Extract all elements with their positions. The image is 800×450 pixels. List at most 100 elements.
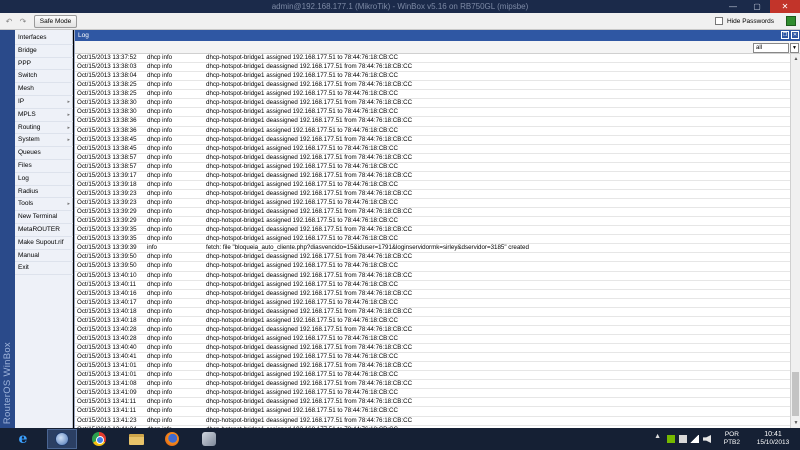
- taskbar-item-chrome[interactable]: [84, 429, 114, 449]
- close-window-icon[interactable]: ✕: [791, 31, 799, 39]
- volume-icon[interactable]: [703, 435, 711, 443]
- log-row[interactable]: Oct/15/2013 13:38:36 dhcp info dhcp-hotspo…: [75, 117, 791, 127]
- scroll-up-icon[interactable]: ▲: [791, 54, 800, 64]
- toolbar: ↶ ↷ Safe Mode Hide Passwords: [0, 13, 800, 30]
- log-row[interactable]: Oct/15/2013 13:40:11 dhcp info dhcp-hotspo…: [75, 281, 791, 290]
- vertical-scrollbar[interactable]: ▲ ▼: [790, 54, 800, 428]
- taskbar-item-ie[interactable]: e: [8, 429, 38, 449]
- safe-mode-button[interactable]: Safe Mode: [34, 15, 77, 28]
- chevron-down-icon[interactable]: ▼: [790, 43, 799, 53]
- log-row[interactable]: Oct/15/2013 13:39:17 dhcp info dhcp-hotspo…: [75, 172, 791, 181]
- sidebar-item-exit[interactable]: Exit: [15, 262, 73, 276]
- log-topic: dhcp info: [147, 289, 173, 297]
- log-row[interactable]: Oct/15/2013 13:38:30 dhcp info dhcp-hotspo…: [75, 99, 791, 109]
- log-row[interactable]: Oct/15/2013 13:38:45 dhcp info dhcp-hotspo…: [75, 145, 791, 154]
- log-row[interactable]: Oct/15/2013 13:37:52 dhcp info dhcp-hotspo…: [75, 54, 791, 64]
- log-row[interactable]: Oct/15/2013 13:39:23 dhcp info dhcp-hotspo…: [75, 190, 791, 199]
- close-button[interactable]: ✕: [770, 0, 800, 13]
- log-row[interactable]: Oct/15/2013 13:41:01 dhcp info dhcp-hotspo…: [75, 362, 791, 372]
- log-row[interactable]: Oct/15/2013 13:40:41 dhcp info dhcp-hotspo…: [75, 353, 791, 363]
- log-row[interactable]: Oct/15/2013 13:39:29 dhcp info dhcp-hotspo…: [75, 217, 791, 227]
- log-row[interactable]: Oct/15/2013 13:40:28 dhcp info dhcp-hotspo…: [75, 326, 791, 335]
- sidebar-item-tools[interactable]: Tools ▸: [15, 198, 73, 212]
- sidebar-item-switch[interactable]: Switch: [15, 70, 73, 84]
- sidebar-item-bridge[interactable]: Bridge: [15, 45, 73, 58]
- sidebar-item-radius[interactable]: Radius: [15, 186, 73, 199]
- taskbar-item-winbox[interactable]: [47, 429, 77, 449]
- maximize-button[interactable]: ▢: [744, 0, 770, 13]
- sidebar-item-make-supout-rif[interactable]: Make Supout.rif: [15, 237, 73, 250]
- log-row[interactable]: Oct/15/2013 13:38:45 dhcp info dhcp-hotspo…: [75, 136, 791, 145]
- sidebar-item-log[interactable]: Log: [15, 173, 73, 186]
- log-row[interactable]: Oct/15/2013 13:39:39 info fetch: file "blo…: [75, 244, 791, 254]
- action-center-flag-icon[interactable]: [679, 435, 687, 443]
- scroll-down-icon[interactable]: ▼: [791, 418, 800, 428]
- log-row[interactable]: Oct/15/2013 13:40:18 dhcp info dhcp-hotspo…: [75, 308, 791, 317]
- log-row[interactable]: Oct/15/2013 13:39:50 dhcp info dhcp-hotspo…: [75, 253, 791, 263]
- taskbar-item-tools[interactable]: [194, 429, 224, 449]
- log-row[interactable]: Oct/15/2013 13:40:18 dhcp info dhcp-hotspo…: [75, 317, 791, 326]
- log-row[interactable]: Oct/15/2013 13:38:57 dhcp info dhcp-hotspo…: [75, 154, 791, 163]
- log-row[interactable]: Oct/15/2013 13:40:16 dhcp info dhcp-hotspo…: [75, 290, 791, 299]
- input-language[interactable]: POR PTB2: [724, 431, 740, 447]
- minimize-button[interactable]: —: [720, 0, 746, 13]
- log-row[interactable]: Oct/15/2013 13:39:18 dhcp info dhcp-hotspo…: [75, 181, 791, 190]
- sidebar-item-metarouter[interactable]: MetaROUTER: [15, 224, 73, 237]
- log-row[interactable]: Oct/15/2013 13:38:25 dhcp info dhcp-hotspo…: [75, 90, 791, 100]
- clock[interactable]: 10:41 15/10/2013: [750, 431, 796, 447]
- log-row[interactable]: Oct/15/2013 13:39:29 dhcp info dhcp-hotspo…: [75, 208, 791, 218]
- sidebar-item-system[interactable]: System ▸: [15, 134, 73, 148]
- network-signal-icon[interactable]: [690, 435, 699, 443]
- taskbar-item-file-explorer[interactable]: [121, 429, 151, 449]
- sidebar-item-manual[interactable]: Manual: [15, 250, 73, 263]
- log-row[interactable]: Oct/15/2013 13:39:35 dhcp info dhcp-hotspo…: [75, 226, 791, 236]
- log-row[interactable]: Oct/15/2013 13:38:30 dhcp info dhcp-hotspo…: [75, 108, 791, 118]
- hide-passwords-toggle[interactable]: Hide Passwords: [715, 17, 774, 25]
- log-row[interactable]: Oct/15/2013 13:38:25 dhcp info dhcp-hotspo…: [75, 81, 791, 91]
- sidebar-item-mpls[interactable]: MPLS ▸: [15, 109, 73, 122]
- log-row[interactable]: Oct/15/2013 13:39:50 dhcp info dhcp-hotspo…: [75, 262, 791, 272]
- sidebar-item-files[interactable]: Files: [15, 160, 73, 173]
- sidebar-item-mesh[interactable]: Mesh: [15, 83, 73, 96]
- log-time: Oct/15/2013 13:40:28: [77, 325, 137, 333]
- log-row[interactable]: Oct/15/2013 13:40:10 dhcp info dhcp-hotspo…: [75, 272, 791, 281]
- taskbar: e ▲ POR PTB2 10:41 15/10/2013: [0, 428, 800, 450]
- sidebar-item-ppp[interactable]: PPP: [15, 58, 73, 71]
- sidebar-item-routing[interactable]: Routing ▸: [15, 122, 73, 135]
- sidebar-item-queues[interactable]: Queues: [15, 147, 73, 160]
- topic-filter-select[interactable]: all: [753, 43, 789, 53]
- sidebar-item-interfaces[interactable]: Interfaces: [15, 32, 73, 45]
- log-row[interactable]: Oct/15/2013 13:38:04 dhcp info dhcp-hotspo…: [75, 72, 791, 82]
- nvidia-icon[interactable]: [667, 435, 675, 443]
- scrollbar-thumb[interactable]: [792, 372, 799, 416]
- sidebar-item-new-terminal[interactable]: New Terminal: [15, 211, 73, 224]
- log-topic: dhcp info: [147, 407, 173, 415]
- log-row[interactable]: Oct/15/2013 13:39:35 dhcp info dhcp-hotspo…: [75, 235, 791, 245]
- log-row[interactable]: Oct/15/2013 13:38:03 dhcp info dhcp-hotspo…: [75, 63, 791, 73]
- log-row[interactable]: Oct/15/2013 13:39:23 dhcp info dhcp-hotspo…: [75, 199, 791, 209]
- log-row[interactable]: Oct/15/2013 13:40:40 dhcp info dhcp-hotspo…: [75, 344, 791, 354]
- restore-window-icon[interactable]: ❐: [781, 31, 789, 39]
- log-message: dhcp-hotspot-bridge1 assigned 192.168.17…: [206, 72, 398, 80]
- hide-passwords-checkbox[interactable]: [715, 17, 724, 25]
- log-message: dhcp-hotspot-bridge1 assigned 192.168.17…: [206, 162, 398, 170]
- log-message: dhcp-hotspot-bridge1 assigned 192.168.17…: [206, 199, 398, 206]
- log-row[interactable]: Oct/15/2013 13:38:36 dhcp info dhcp-hotspo…: [75, 127, 791, 136]
- log-row[interactable]: Oct/15/2013 13:41:23 dhcp info dhcp-hotspo…: [75, 417, 791, 426]
- log-message: dhcp-hotspot-bridge1 deassigned 192.168.…: [206, 63, 413, 71]
- log-row[interactable]: Oct/15/2013 13:41:09 dhcp info dhcp-hotspo…: [75, 389, 791, 399]
- log-time: Oct/15/2013 13:38:30: [77, 108, 137, 116]
- log-message: dhcp-hotspot-bridge1 deassigned 192.168.…: [206, 135, 413, 143]
- taskbar-item-firefox[interactable]: [157, 429, 187, 449]
- sidebar-item-ip[interactable]: IP ▸: [15, 96, 73, 109]
- log-row[interactable]: Oct/15/2013 13:40:17 dhcp info dhcp-hotspo…: [75, 299, 791, 308]
- log-row[interactable]: Oct/15/2013 13:41:01 dhcp info dhcp-hotspo…: [75, 371, 791, 381]
- undo-icon[interactable]: ↶: [3, 16, 15, 27]
- log-row[interactable]: Oct/15/2013 13:41:11 dhcp info dhcp-hotspo…: [75, 398, 791, 408]
- redo-icon[interactable]: ↷: [17, 16, 29, 27]
- show-hidden-icons-icon[interactable]: ▲: [654, 433, 661, 440]
- log-row[interactable]: Oct/15/2013 13:41:11 dhcp info dhcp-hotspo…: [75, 407, 791, 417]
- log-row[interactable]: Oct/15/2013 13:40:28 dhcp info dhcp-hotspo…: [75, 335, 791, 344]
- log-row[interactable]: Oct/15/2013 13:38:57 dhcp info dhcp-hotspo…: [75, 163, 791, 172]
- log-row[interactable]: Oct/15/2013 13:41:08 dhcp info dhcp-hotspo…: [75, 380, 791, 390]
